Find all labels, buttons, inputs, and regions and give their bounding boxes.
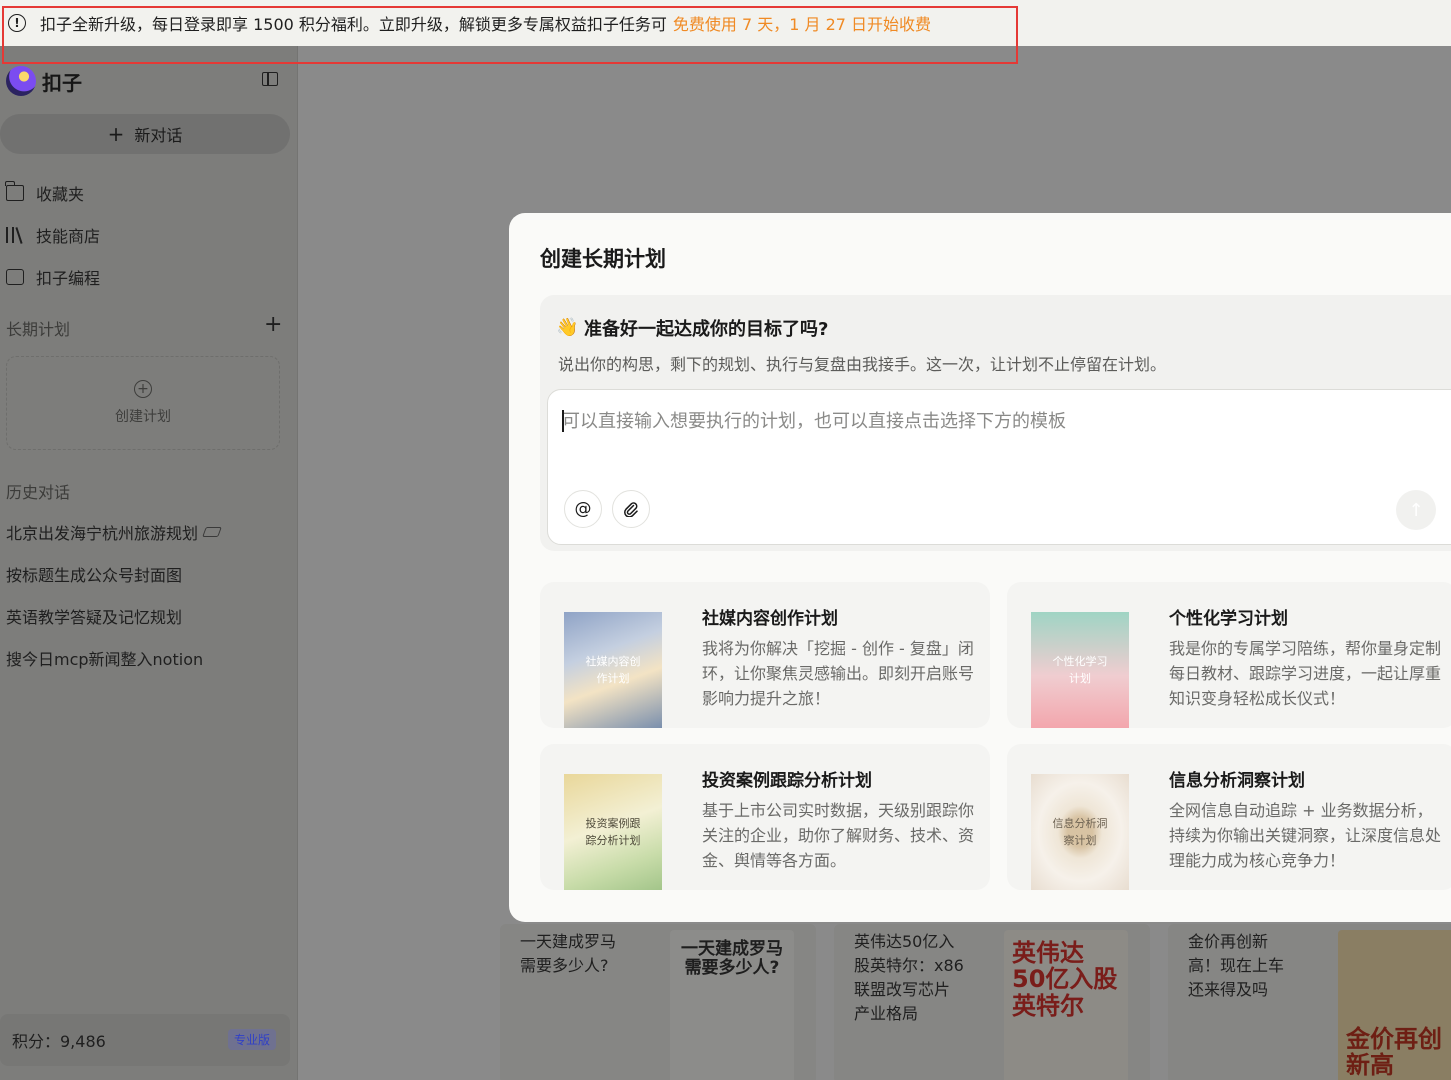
template-title: 信息分析洞察计划 (1169, 771, 1305, 791)
modal-title: 创建长期计划 (540, 247, 666, 271)
feed-card[interactable]: 英伟达50亿入 股英特尔：x86 联盟改写芯片 产业格局 英伟达 50亿入股 英… (834, 924, 1150, 1080)
arrow-up-icon: ↑ (1408, 499, 1424, 521)
plans-section-label: 长期计划 (6, 320, 71, 339)
points-value: 积分：9,486 (12, 1032, 106, 1051)
history-section-label: 历史对话 (6, 483, 71, 502)
sidebar-item-label: 技能商店 (36, 227, 101, 246)
at-icon: @ (574, 499, 592, 519)
intro-heading-text: 准备好一起达成你的目标了吗? (584, 319, 829, 340)
plan-input-box: @ ↑ (547, 389, 1451, 545)
sidebar-collapse-icon[interactable] (262, 72, 278, 86)
history-item[interactable]: 英语教学答疑及记忆规划 (6, 604, 182, 628)
waving-hand-icon: 👋 (556, 317, 579, 338)
plus-circle-icon: + (134, 380, 152, 398)
template-card-investment[interactable]: 投资案例跟踪分析计划 投资案例跟踪分析计划 基于上市公司实时数据，天级别跟踪你关… (540, 744, 990, 890)
text-caret (562, 410, 564, 432)
new-chat-label: 新对话 (134, 126, 183, 145)
template-thumbnail: 投资案例跟踪分析计划 (564, 774, 662, 890)
new-chat-button[interactable]: + 新对话 (0, 114, 290, 154)
books-icon (6, 227, 24, 243)
intro-panel: 👋 准备好一起达成你的目标了吗? 说出你的构思，剩下的规划、执行与复盘由我接手。… (540, 295, 1451, 551)
template-title: 投资案例跟踪分析计划 (702, 771, 872, 791)
feed-image-text: 金价再创 新高 (1346, 1025, 1442, 1080)
history-item-label: 英语教学答疑及记忆规划 (6, 608, 183, 627)
feed-card-image: 一天建成罗马 需要多少人? (670, 930, 794, 1080)
paperclip-icon (624, 502, 638, 517)
template-description: 我是你的专属学习陪练，帮你量身定制每日教材、跟踪学习进度，一起让厚重知识变身轻松… (1169, 639, 1442, 708)
coze-logo-icon (6, 66, 36, 96)
info-circle-icon: ! (8, 14, 26, 32)
intro-subtitle: 说出你的构思，剩下的规划、执行与复盘由我接手。这一次，让计划不止停留在计划。 (558, 355, 1167, 374)
feed-card-title: 金价再创新 高！现在上车 还来得及吗 (1188, 932, 1285, 999)
template-card-insight[interactable]: 信息分析洞察计划 信息分析洞察计划 全网信息自动追踪 + 业务数据分析，持续为你… (1007, 744, 1451, 890)
template-card-social-media[interactable]: 社媒内容创作计划 社媒内容创作计划 我将为你解决「挖掘 - 创作 - 复盘」闭环… (540, 582, 990, 728)
feed-image-text: 一天建成罗马 需要多少人? (681, 939, 783, 978)
upgrade-banner: ! 扣子全新升级，每日登录即享 1500 积分福利。立即升级，解锁更多专属权益扣… (0, 0, 1451, 46)
create-plan-modal: 创建长期计划 👋 准备好一起达成你的目标了吗? 说出你的构思，剩下的规划、执行与… (509, 213, 1451, 922)
create-plan-button[interactable]: + 创建计划 (6, 356, 280, 450)
attach-button[interactable] (612, 490, 650, 528)
history-item[interactable]: 北京出发海宁杭州旅游规划 (6, 520, 222, 544)
feed-card[interactable]: 一天建成罗马 需要多少人? 一天建成罗马 需要多少人? (500, 924, 816, 1080)
sidebar-item-favorites[interactable]: 收藏夹 (5, 180, 85, 206)
folder-icon (5, 181, 24, 201)
feed-card[interactable]: 金价再创新 高！现在上车 还来得及吗 金价再创 新高 (1168, 924, 1451, 1080)
template-card-learning[interactable]: 个性化学习计划 个性化学习计划 我是你的专属学习陪练，帮你量身定制每日教材、跟踪… (1007, 582, 1451, 728)
intro-heading: 👋 准备好一起达成你的目标了吗? (556, 315, 828, 341)
pro-badge: 专业版 (228, 1029, 277, 1050)
brand-name: 扣子 (42, 70, 82, 95)
history-item-label: 按标题生成公众号封面图 (6, 566, 183, 585)
feed-image-text: 英伟达 50亿入股 英特尔 (1012, 939, 1118, 1020)
mention-button[interactable]: @ (564, 490, 602, 528)
feed-card-image: 金价再创 新高 (1338, 930, 1451, 1080)
add-plan-icon[interactable]: + (264, 314, 282, 336)
sidebar-item-coding[interactable]: 扣子编程 (6, 264, 100, 290)
feed-card-image: 英伟达 50亿入股 英特尔 (1004, 930, 1128, 1080)
template-title: 社媒内容创作计划 (702, 609, 838, 629)
sidebar-item-skill-store[interactable]: 技能商店 (6, 222, 100, 248)
template-description: 基于上市公司实时数据，天级别跟踪你关注的企业，助你了解财务、技术、资金、舆情等各… (702, 801, 975, 870)
points-bar[interactable]: 积分：9,486 专业版 (0, 1014, 290, 1066)
send-button[interactable]: ↑ (1396, 490, 1436, 530)
banner-highlight-link[interactable]: 免费使用 7 天，1 月 27 日开始收费 (673, 11, 931, 35)
create-plan-label: 创建计划 (115, 409, 171, 425)
code-icon (6, 269, 24, 285)
history-item-label: 搜今日mcp新闻整入notion (6, 650, 204, 669)
template-title: 个性化学习计划 (1169, 609, 1288, 629)
feed-card-title: 英伟达50亿入 股英特尔：x86 联盟改写芯片 产业格局 (854, 932, 964, 1023)
feed-card-title: 一天建成罗马 需要多少人? (520, 932, 617, 975)
template-thumbnail: 个性化学习计划 (1031, 612, 1129, 728)
sidebar: 扣子 + 新对话 收藏夹 技能商店 扣子编程 长期计划 + + 创建计划 历史对… (0, 46, 298, 1080)
graduation-cap-icon (202, 527, 222, 537)
plan-input[interactable] (562, 406, 1422, 436)
template-thumbnail: 信息分析洞察计划 (1031, 774, 1129, 890)
template-description: 我将为你解决「挖掘 - 创作 - 复盘」闭环，让你聚焦灵感输出。即刻开启账号影响… (702, 639, 975, 708)
history-item-label: 北京出发海宁杭州旅游规划 (6, 524, 199, 543)
sidebar-item-label: 扣子编程 (36, 269, 101, 288)
history-item[interactable]: 按标题生成公众号封面图 (6, 562, 182, 586)
plus-icon: + (107, 122, 125, 146)
template-thumbnail: 社媒内容创作计划 (564, 612, 662, 728)
history-item[interactable]: 搜今日mcp新闻整入notion (6, 646, 203, 670)
brand[interactable]: 扣子 (6, 66, 82, 96)
banner-text: 扣子全新升级，每日登录即享 1500 积分福利。立即升级，解锁更多专属权益扣子任… (40, 15, 667, 34)
sidebar-item-label: 收藏夹 (36, 185, 85, 204)
template-description: 全网信息自动追踪 + 业务数据分析，持续为你输出关键洞察，让深度信息处理能力成为… (1169, 801, 1442, 870)
